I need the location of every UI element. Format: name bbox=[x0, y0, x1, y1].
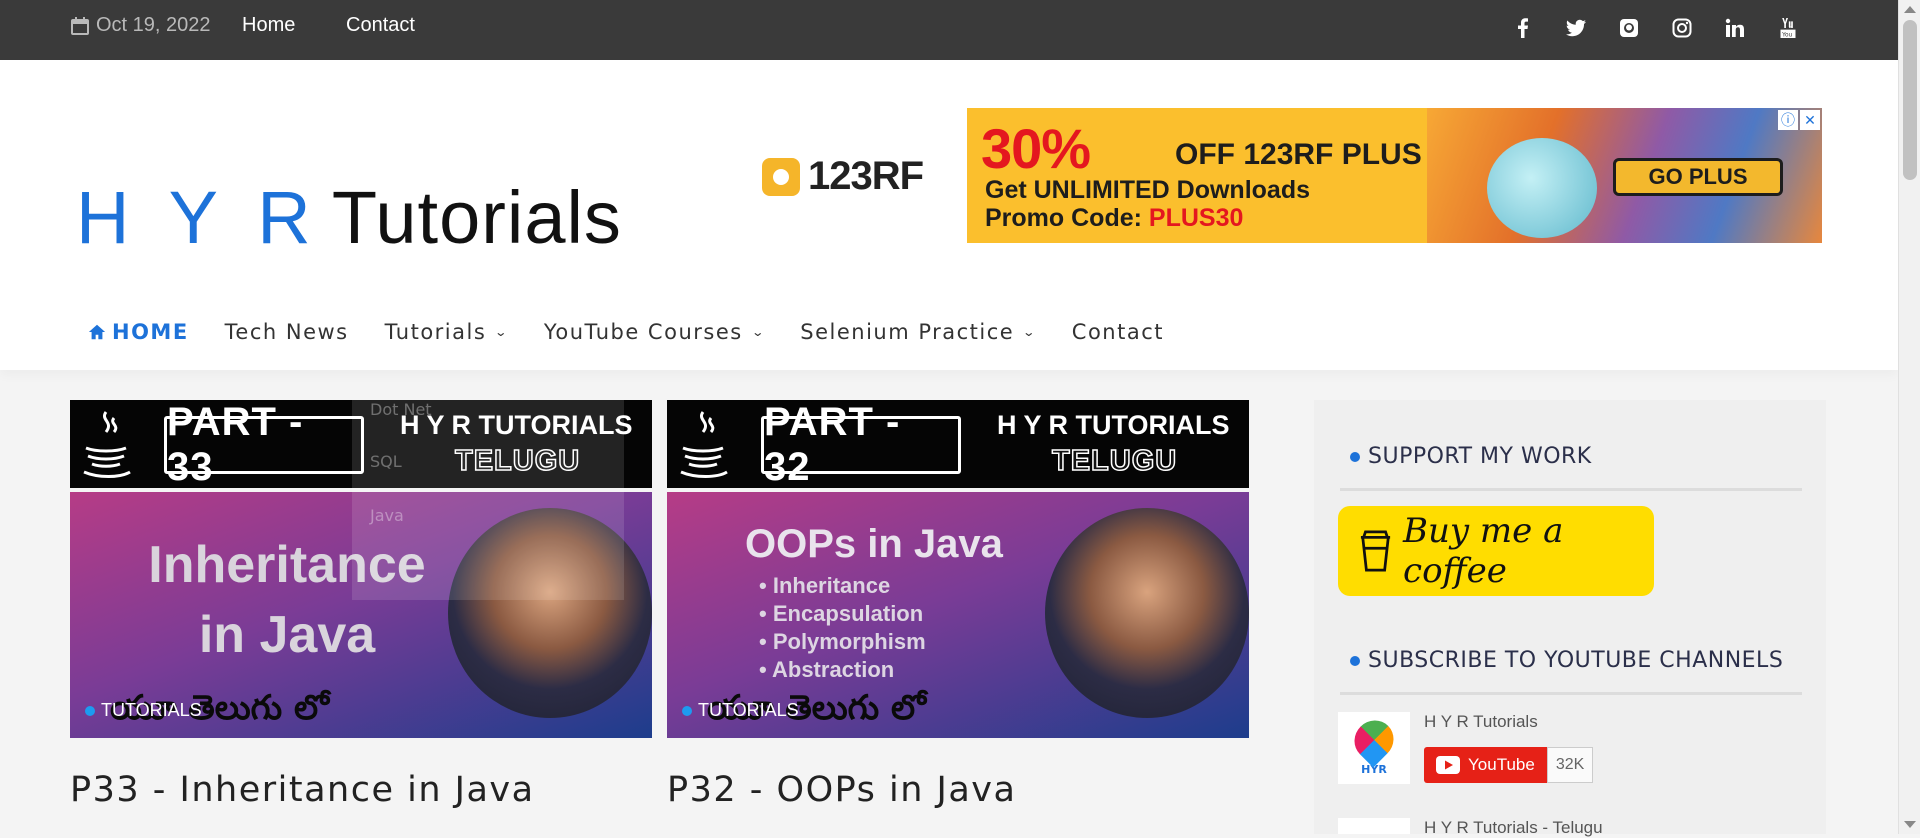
nav-item-label: Tutorials bbox=[384, 320, 487, 344]
channel-avatar[interactable]: HYR bbox=[1338, 711, 1410, 784]
widget-divider bbox=[1340, 488, 1802, 491]
bullet-item: Abstraction bbox=[759, 656, 926, 684]
ad-cta-button[interactable]: GO PLUS bbox=[1613, 158, 1783, 196]
linkedin-icon[interactable] bbox=[1724, 16, 1745, 40]
subscriber-count: 32K bbox=[1546, 747, 1594, 783]
thumb-title: OOPs in Java bbox=[745, 522, 1003, 566]
site-logo[interactable]: H Y R Tutorials bbox=[76, 175, 622, 260]
dropdown-item: Java bbox=[370, 506, 404, 525]
channel-name[interactable]: H Y R Tutorials - Telugu bbox=[1424, 818, 1603, 838]
youtube-subscribe-button[interactable]: YouTube 32K bbox=[1424, 747, 1594, 783]
nav-dropdown-ghost: Dot Net SQL Java bbox=[352, 400, 624, 600]
category-tag[interactable]: TUTORIALS bbox=[682, 700, 799, 721]
nav-item-label: Tech News bbox=[224, 320, 349, 344]
chevron-down-icon: ⌄ bbox=[750, 325, 766, 339]
social-links: You bbox=[1512, 16, 1798, 40]
nav-item-label: HOME bbox=[112, 320, 189, 344]
svg-text:You: You bbox=[1781, 32, 1792, 38]
bullet-item: Polymorphism bbox=[759, 628, 926, 656]
channel-name[interactable]: H Y R Tutorials bbox=[1424, 712, 1538, 732]
category-label: TUTORIALS bbox=[698, 700, 799, 720]
ad-fishbowl-image bbox=[1487, 138, 1597, 238]
post-title-link[interactable]: P33 - Inheritance in Java bbox=[70, 770, 535, 810]
date-display: Oct 19, 2022 bbox=[70, 14, 211, 37]
youtube-icon[interactable]: You bbox=[1777, 16, 1798, 40]
calendar-icon bbox=[71, 16, 89, 35]
home-icon bbox=[88, 324, 106, 340]
chevron-down-icon: ⌄ bbox=[1022, 325, 1038, 339]
widget-title-support: SUPPORT MY WORK bbox=[1350, 444, 1592, 469]
java-icon bbox=[83, 411, 131, 478]
scrollbar-thumb[interactable] bbox=[1903, 20, 1917, 180]
logo-tutorials: Tutorials bbox=[331, 176, 622, 259]
ad-offer: OFF 123RF PLUS bbox=[1175, 138, 1422, 171]
channel-avatar[interactable] bbox=[1338, 818, 1410, 834]
ad-controls: ⓘ ✕ bbox=[1778, 110, 1820, 130]
nav-item-tutorials[interactable]: Tutorials ⌄ bbox=[385, 320, 508, 344]
ad-info-icon[interactable]: ⓘ bbox=[1778, 110, 1798, 130]
instagram-icon[interactable] bbox=[1671, 16, 1692, 40]
topbar-home-link[interactable]: Home bbox=[242, 14, 295, 37]
language-label: TELUGU bbox=[1051, 444, 1178, 478]
nav-item-contact[interactable]: Contact bbox=[1072, 320, 1164, 344]
youtube-logo-icon bbox=[1436, 756, 1460, 774]
ad-line2: Get UNLIMITED Downloads bbox=[985, 176, 1310, 204]
main-nav: HOME Tech News Tutorials ⌄ YouTube Cours… bbox=[88, 320, 1200, 344]
facebook-icon[interactable] bbox=[1512, 16, 1533, 40]
widget-title-text: SUBSCRIBE TO YOUTUBE CHANNELS bbox=[1368, 648, 1784, 673]
sidebar: SUPPORT MY WORK Buy me a coffee SUBSCRIB… bbox=[1314, 400, 1826, 837]
ad-brand-text: 123RF bbox=[808, 154, 924, 198]
date-text: Oct 19, 2022 bbox=[96, 14, 211, 36]
part-badge: PART - 33 bbox=[164, 400, 364, 489]
widget-title-subscribe: SUBSCRIBE TO YOUTUBE CHANNELS bbox=[1350, 648, 1783, 673]
youtube-button-label: YouTube bbox=[1468, 755, 1535, 774]
chevron-down-icon: ⌄ bbox=[494, 325, 510, 339]
category-label: TUTORIALS bbox=[101, 700, 202, 720]
nav-item-home[interactable]: HOME bbox=[88, 320, 189, 344]
ad-promo-prefix: Promo Code: bbox=[985, 204, 1149, 232]
nav-item-tech-news[interactable]: Tech News bbox=[225, 320, 349, 344]
bullet-item: Inheritance bbox=[759, 572, 926, 600]
part-badge: PART - 32 bbox=[761, 400, 961, 489]
brand-icon bbox=[762, 157, 800, 196]
post-thumbnail[interactable]: PART - 32 H Y R TUTORIALS TELUGU OOPs in… bbox=[667, 400, 1249, 738]
category-tag[interactable]: TUTORIALS bbox=[85, 700, 202, 721]
thumb-bullets: Inheritance Encapsulation Polymorphism A… bbox=[759, 572, 926, 684]
ad-promo-code: PLUS30 bbox=[1148, 204, 1244, 232]
ad-brand-logo[interactable]: 123RF bbox=[762, 154, 924, 199]
page-scrollbar[interactable] bbox=[1898, 0, 1920, 834]
scroll-up-arrow-icon[interactable] bbox=[1904, 6, 1916, 13]
scroll-down-arrow-icon[interactable] bbox=[1904, 821, 1916, 828]
ad-close-icon[interactable]: ✕ bbox=[1800, 110, 1820, 130]
ad-discount: 30% bbox=[981, 117, 1091, 180]
nav-item-label: Selenium Practice bbox=[800, 320, 1015, 344]
bullet-item: Encapsulation bbox=[759, 600, 926, 628]
top-bar: Oct 19, 2022 Home Contact You bbox=[0, 0, 1898, 60]
ad-line3: Promo Code: PLUS30 bbox=[985, 204, 1243, 233]
github-icon[interactable] bbox=[1618, 16, 1639, 40]
post-title-link[interactable]: P32 - OOPs in Java bbox=[667, 770, 1016, 810]
nav-item-label: Contact bbox=[1071, 320, 1164, 344]
presenter-photo bbox=[1045, 508, 1249, 718]
buy-me-a-coffee-button[interactable]: Buy me a coffee bbox=[1338, 506, 1654, 596]
topbar-contact-link[interactable]: Contact bbox=[346, 14, 415, 37]
coffee-label: Buy me a coffee bbox=[1403, 511, 1564, 591]
widget-divider bbox=[1340, 692, 1802, 695]
nav-item-label: YouTube Courses bbox=[543, 320, 743, 344]
nav-item-selenium-practice[interactable]: Selenium Practice ⌄ bbox=[800, 320, 1036, 344]
dropdown-item: Dot Net bbox=[370, 400, 432, 419]
youtube-button[interactable]: YouTube bbox=[1424, 747, 1547, 783]
coffee-cup-icon bbox=[1360, 530, 1391, 572]
leaf-logo-icon bbox=[1346, 711, 1402, 768]
widget-title-text: SUPPORT MY WORK bbox=[1368, 444, 1592, 469]
twitter-icon[interactable] bbox=[1565, 16, 1586, 40]
ad-banner[interactable]: 30% OFF 123RF PLUS Get UNLIMITED Downloa… bbox=[967, 108, 1822, 243]
java-icon bbox=[680, 411, 728, 478]
nav-item-youtube-courses[interactable]: YouTube Courses ⌄ bbox=[544, 320, 764, 344]
channel-label: H Y R TUTORIALS bbox=[997, 410, 1230, 440]
logo-hyr: H Y R bbox=[76, 176, 312, 259]
dropdown-item: SQL bbox=[370, 452, 402, 471]
